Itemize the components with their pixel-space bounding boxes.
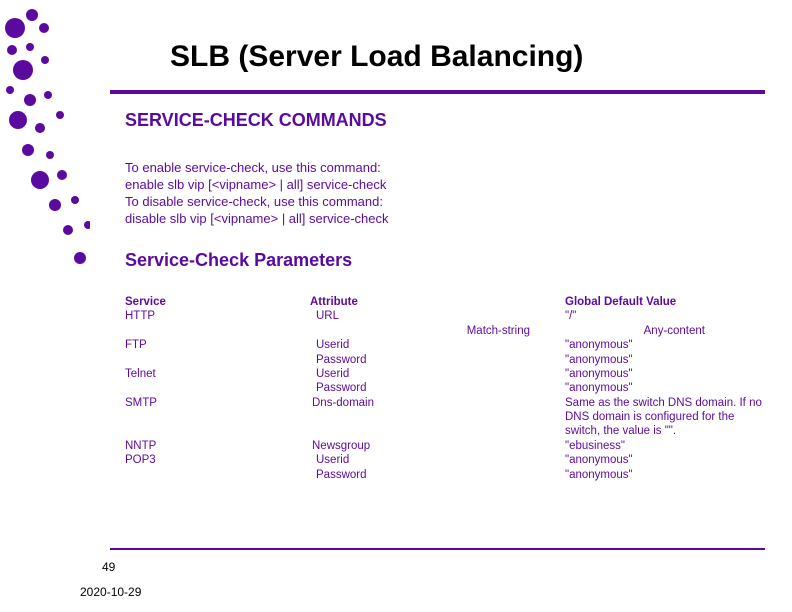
section-heading-parameters: Service-Check Parameters — [125, 250, 352, 271]
svc-pop3: POP3 — [125, 453, 295, 467]
svc-http: HTTP — [125, 309, 295, 323]
attr-userid: Userid — [310, 367, 550, 381]
cmd-line: To disable service-check, use this comma… — [125, 194, 389, 211]
attr-dnsdomain: Dns-domain — [310, 396, 550, 410]
attr-newsgroup: Newsgroup — [310, 439, 550, 453]
section-heading-commands: SERVICE-CHECK COMMANDS — [125, 110, 387, 131]
col-header-service: Service — [125, 295, 295, 309]
attr-password: Password — [310, 468, 550, 482]
footer-rule — [110, 548, 765, 550]
val-anon: "anonymous" — [565, 453, 765, 467]
svc-smtp: SMTP — [125, 396, 295, 410]
svc-ftp: FTP — [125, 338, 295, 352]
val-anon: "anonymous" — [565, 381, 765, 395]
val-smtp: Same as the switch DNS domain. If no DNS… — [565, 396, 765, 439]
decorative-dots — [0, 0, 90, 612]
val-ebusiness: "ebusiness" — [565, 439, 765, 453]
attr-userid: Userid — [310, 338, 550, 352]
attr-password: Password — [310, 381, 550, 395]
val-anycontent: Any-content — [565, 324, 765, 338]
attr-url: URL — [310, 309, 550, 323]
val-anon: "anonymous" — [565, 338, 765, 352]
attr-password: Password — [310, 353, 550, 367]
slide-title: SLB (Server Load Balancing) — [170, 40, 583, 74]
cmd-line: To enable service-check, use this comman… — [125, 160, 389, 177]
col-header-value: Global Default Value — [565, 295, 765, 309]
col-header-attribute: Attribute — [310, 295, 550, 309]
attr-userid: Userid — [310, 453, 550, 467]
title-underline — [110, 90, 765, 94]
val-anon: "anonymous" — [565, 353, 765, 367]
val-anon: "anonymous" — [565, 468, 765, 482]
svc-nntp: NNTP — [125, 439, 295, 453]
svc-telnet: Telnet — [125, 367, 295, 381]
slide-date: 2020-10-29 — [80, 585, 141, 599]
val-anon: "anonymous" — [565, 367, 765, 381]
attr-matchstring: Match-string — [310, 324, 550, 338]
cmd-line: enable slb vip [<vipname> | all] service… — [125, 177, 389, 194]
cmd-line: disable slb vip [<vipname> | all] servic… — [125, 211, 389, 228]
command-block: To enable service-check, use this comman… — [125, 160, 389, 228]
val-slash: "/" — [565, 309, 765, 323]
slide-number: 49 — [102, 560, 115, 574]
